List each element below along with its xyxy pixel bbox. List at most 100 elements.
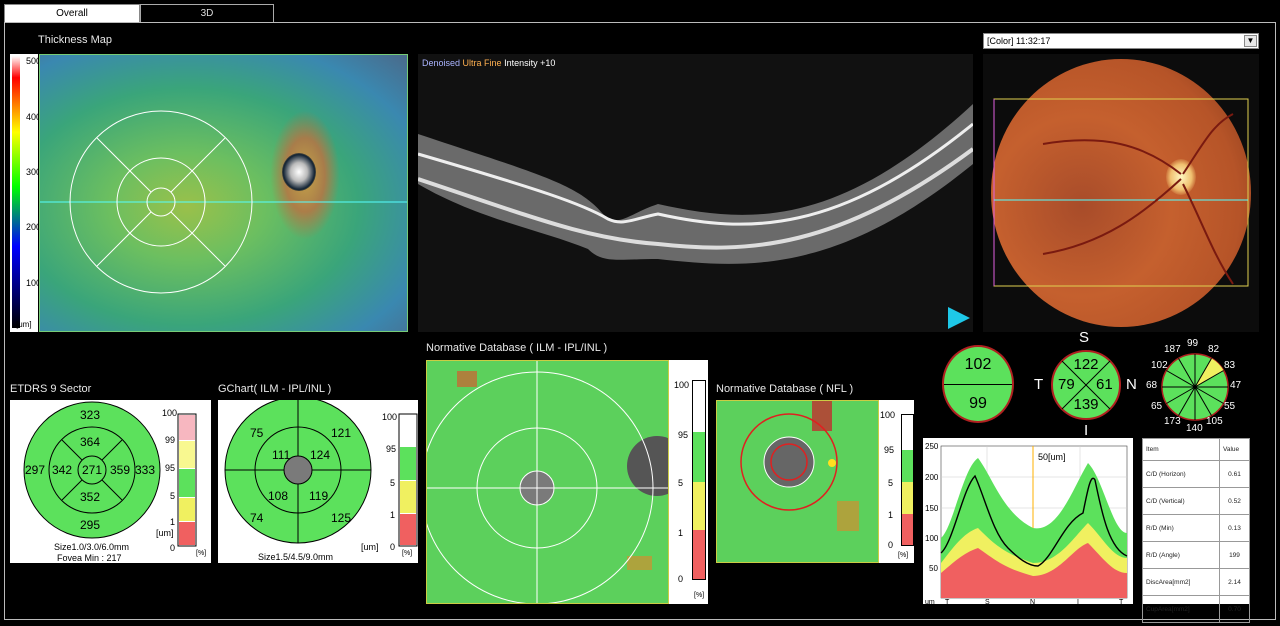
etdrs-scale-1: 1	[170, 517, 176, 527]
clock-value-10: 68	[1146, 380, 1158, 391]
color-image-select[interactable]: [Color] 11:32:17 ▼	[983, 33, 1259, 49]
tab-overall[interactable]: Overall	[4, 4, 140, 23]
normdb-ganglion-scale-1: 1	[678, 528, 684, 538]
gchart-lower-inner-left: 108	[268, 489, 289, 503]
table-row: C/D (Horizon) 0.61	[1142, 460, 1250, 488]
etdrs-center: 271	[82, 463, 103, 477]
etdrs-grid-overlay	[40, 110, 407, 294]
chevron-down-icon[interactable]: ▼	[1244, 35, 1257, 47]
gchart-upper-inner-right: 124	[310, 448, 331, 462]
table-header-value: Value	[1219, 438, 1250, 461]
clock-value-6: 105	[1206, 416, 1223, 427]
table-value: 2.14	[1219, 568, 1250, 596]
normdb-nfl-legend	[901, 414, 914, 546]
label-i: I	[1084, 422, 1089, 439]
etdrs-inner-superior: 364	[80, 435, 101, 449]
gchart-lower-outer-left: 74	[250, 511, 264, 525]
normdb-nfl-scale-95: 95	[884, 445, 895, 455]
table-row: C/D (Vertical) 0.52	[1142, 487, 1250, 515]
tsnit-xtick-s: S	[985, 599, 990, 604]
table-value: 0.70	[1219, 595, 1250, 623]
table-header-item: Item	[1142, 438, 1220, 461]
table-item: R/D (Angle)	[1142, 541, 1220, 569]
fundus-overlay	[993, 98, 1249, 287]
color-image-select-value: [Color] 11:32:17	[987, 36, 1051, 46]
table-row: R/D (Min) 0.13	[1142, 514, 1250, 542]
table-item: DiscArea[mm2]	[1142, 568, 1220, 596]
normdb-nfl-unit: [%]	[898, 552, 909, 559]
bscan-image[interactable]: Denoised Ultra Fine Intensity +10	[418, 54, 973, 332]
etdrs-inner-inferior: 352	[80, 490, 101, 504]
clock-value-1: 99	[1187, 338, 1199, 349]
normdb-nfl-scale-5: 5	[888, 478, 894, 488]
table-item: C/D (Horizon)	[1142, 460, 1220, 488]
etdrs-size: Size1.0/3.0/6.0mm	[54, 542, 130, 552]
retina-layers	[418, 104, 973, 264]
label-n: N	[1126, 376, 1137, 393]
gchart-unit-um: [um]	[361, 542, 379, 552]
normdb-nfl-map[interactable]	[716, 400, 879, 563]
tsnit-ytick-100: 100	[925, 534, 939, 543]
fundus-image[interactable]	[983, 54, 1259, 332]
etdrs-unit-pct: [%]	[196, 550, 207, 557]
normdb-ganglion-scale-5: 5	[678, 478, 684, 488]
etdrs-outer-temporal: 297	[25, 463, 46, 477]
tsnit-ytick-50: 50	[929, 564, 938, 573]
normdb-nfl-scale-1: 1	[888, 510, 894, 520]
etdrs-scale-5: 5	[170, 491, 176, 501]
clock-value-3: 83	[1224, 360, 1236, 371]
disc-params-table: Item Value C/D (Horizon) 0.61 C/D (Vertica…	[1142, 438, 1250, 623]
gchart-scale-1: 1	[390, 510, 396, 520]
scale-unit: [um]	[16, 320, 32, 329]
tsnit-unit: um	[925, 599, 935, 604]
normdb-ganglion-map[interactable]	[426, 360, 669, 604]
normdb-nfl-panel: 100 95 5 1 0 [%]	[716, 400, 914, 563]
clock-value-7: 140	[1186, 423, 1203, 434]
tsnit-ytick-150: 150	[925, 504, 939, 513]
thickness-map-image[interactable]	[39, 54, 408, 332]
etdrs-scale-100: 100	[161, 408, 177, 418]
gchart-scale-95: 95	[386, 444, 397, 454]
clock-value-5: 55	[1224, 401, 1236, 412]
tab-3d[interactable]: 3D	[140, 4, 274, 23]
tsnit-ytick-200: 200	[925, 473, 939, 482]
normdb-ganglion-title: Normative Database ( ILM - IPL/INL )	[426, 342, 608, 354]
gchart-panel: 75 121 111 124 108 119 74 125 100 95 5 1…	[218, 400, 418, 563]
table-item: R/D (Min)	[1142, 514, 1220, 542]
gchart-scale-0: 0	[390, 542, 396, 552]
nfl-quadrant-nasal: 61	[1096, 376, 1113, 393]
table-row: CupArea[mm2] 0.70	[1142, 595, 1250, 623]
etdrs-panel: 323 364 297 342 271 359 333 352 295 100 …	[10, 400, 211, 563]
etdrs-scale-0: 0	[170, 543, 176, 553]
etdrs-outer-nasal: 333	[135, 463, 156, 477]
table-item: C/D (Vertical)	[1142, 487, 1220, 515]
normdb-ganglion-scale-100: 100	[674, 380, 690, 390]
table-value: 199	[1219, 541, 1250, 569]
etdrs-inner-temporal: 342	[52, 463, 73, 477]
gchart-upper-outer-left: 75	[250, 426, 264, 440]
tsnit-chart-panel: 250 200 150 100 50 um T S N I T 50[um]	[923, 438, 1133, 604]
table-item: CupArea[mm2]	[1142, 595, 1220, 623]
gchart-size: Size1.5/4.5/9.0mm	[258, 552, 334, 562]
gchart-lower-inner-right: 119	[309, 489, 329, 503]
normdb-nfl-scale-100: 100	[880, 410, 896, 420]
nfl-sup-inf-circle: 102 99	[942, 345, 1014, 423]
etdrs-scale-95: 95	[165, 463, 176, 473]
thickness-color-scale: 500 400 300 200 100 [um]	[10, 54, 41, 332]
table-value: 0.13	[1219, 514, 1250, 542]
tsnit-annotation: 50[um]	[1038, 452, 1066, 462]
gchart-title: GChart( ILM - IPL/INL )	[218, 383, 332, 395]
nfl-quadrant-circle: 122 79 61 139	[1050, 349, 1122, 421]
normdb-ganglion-scale-95: 95	[678, 430, 689, 440]
tsnit-ytick-250: 250	[925, 442, 939, 451]
clock-value-11: 102	[1151, 360, 1168, 371]
table-row: R/D (Angle) 199	[1142, 541, 1250, 569]
clock-value-2: 82	[1208, 344, 1220, 355]
gchart-scale-100: 100	[382, 412, 398, 422]
etdrs-unit-um: [um]	[156, 528, 174, 538]
normdb-ganglion-scale-0: 0	[678, 574, 684, 584]
gchart-upper-outer-right: 121	[331, 426, 352, 440]
clock-value-9: 65	[1151, 401, 1163, 412]
next-arrow-icon[interactable]	[948, 307, 970, 329]
gchart-unit-pct: [%]	[402, 550, 413, 557]
